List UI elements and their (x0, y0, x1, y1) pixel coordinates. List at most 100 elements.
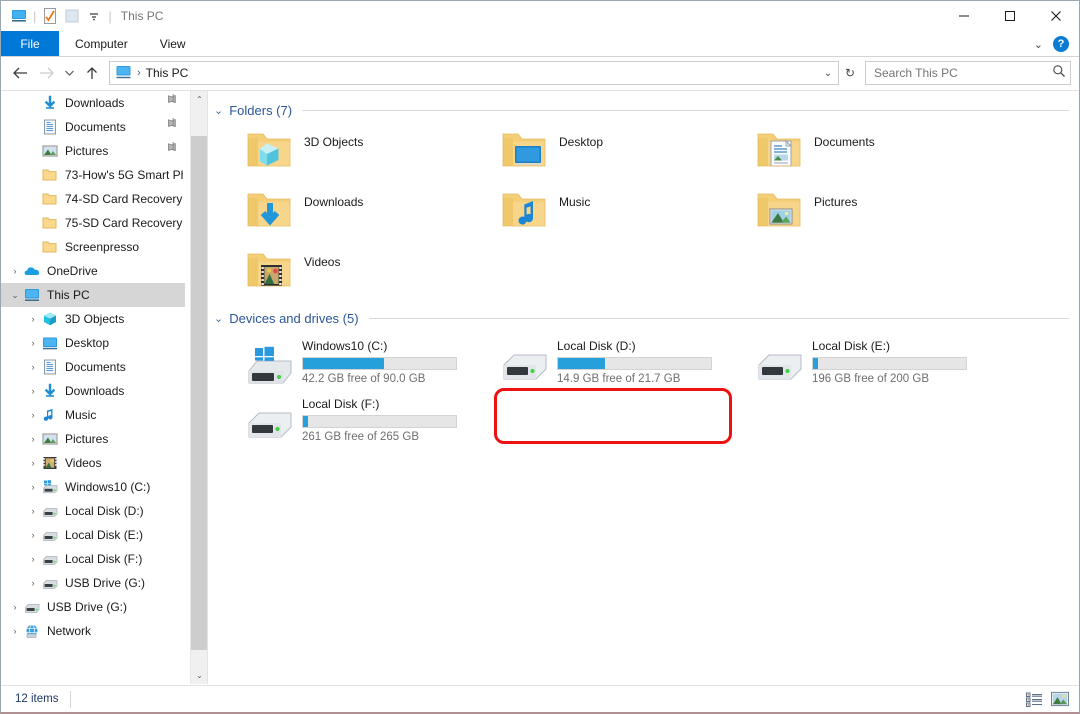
close-button[interactable] (1033, 1, 1079, 31)
chevron-right-icon[interactable]: › (7, 259, 23, 283)
pin-icon[interactable] (162, 91, 185, 114)
sidebar-item-label: USB Drive (G:) (47, 600, 128, 614)
tab-file[interactable]: File (1, 31, 59, 56)
new-folder-icon[interactable] (61, 5, 83, 27)
forward-button[interactable] (33, 60, 59, 86)
breadcrumb-path[interactable]: This PC (146, 66, 189, 80)
drive-item[interactable]: Local Disk (F:) 261 GB free of 265 GB (208, 387, 463, 445)
sidebar-item-music[interactable]: › Music (1, 403, 185, 427)
group-header-devices[interactable]: ⌄ Devices and drives (5) (208, 307, 1079, 329)
chevron-right-icon[interactable]: › (7, 619, 23, 643)
chevron-down-icon[interactable]: ⌄ (1030, 38, 1047, 51)
folder-icon (41, 238, 59, 256)
sidebar-item-documents[interactable]: › Documents (1, 355, 185, 379)
sidebar-item-downloads[interactable]: › Downloads (1, 379, 185, 403)
chevron-down-icon[interactable]: ⌄ (7, 283, 23, 307)
sidebar-item-onedrive[interactable]: › OneDrive (1, 259, 185, 283)
pin-icon[interactable] (162, 139, 185, 162)
drives-grid: Windows10 (C:) 42.2 GB free of 90.0 GB Loc… (208, 329, 1079, 445)
folder-item[interactable]: Desktop (463, 121, 718, 181)
qat-separator-1: | (33, 8, 37, 24)
drive-usage-bar (812, 357, 967, 370)
sidebar-item-pictures[interactable]: Pictures (1, 139, 185, 163)
sidebar-item-videos[interactable]: › Videos (1, 451, 185, 475)
search-icon[interactable] (1052, 64, 1066, 83)
chevron-right-icon[interactable]: › (25, 523, 41, 547)
group-header-folders[interactable]: ⌄ Folders (7) (208, 99, 1079, 121)
tab-computer[interactable]: Computer (59, 31, 144, 56)
folder-item[interactable]: Pictures (718, 181, 973, 241)
sidebar-item-usb-drive-g[interactable]: › USB Drive (G:) (1, 571, 185, 595)
sidebar-item-screenpresso[interactable]: Screenpresso (1, 235, 185, 259)
chevron-right-icon[interactable]: › (7, 595, 23, 619)
sidebar-item-local-disk-d[interactable]: › Local Disk (D:) (1, 499, 185, 523)
drive-name: Local Disk (F:) (302, 397, 380, 411)
help-icon[interactable]: ? (1053, 36, 1069, 52)
navigation-scrollbar[interactable]: ⌃ ⌄ (190, 91, 207, 684)
search-input[interactable] (874, 66, 1052, 80)
drive-item[interactable]: USB Drive (G:) 2.20 GB free of 3.64 GB (463, 387, 718, 445)
large-icons-view-button[interactable] (1051, 690, 1069, 708)
chevron-right-icon[interactable]: › (25, 379, 41, 403)
search-box[interactable] (865, 61, 1071, 85)
sidebar-item-desktop[interactable]: › Desktop (1, 331, 185, 355)
sidebar-item-local-disk-e[interactable]: › Local Disk (E:) (1, 523, 185, 547)
this-pc-icon[interactable] (8, 5, 30, 27)
chevron-right-icon[interactable]: › (25, 355, 41, 379)
chevron-down-icon[interactable]: ⌄ (214, 104, 223, 117)
drive-icon (501, 345, 549, 389)
chevron-right-icon[interactable]: › (25, 451, 41, 475)
drive-item[interactable]: Local Disk (E:) 196 GB free of 200 GB (718, 329, 973, 387)
folder-item[interactable]: Downloads (208, 181, 463, 241)
drive-item[interactable]: Windows10 (C:) 42.2 GB free of 90.0 GB (208, 329, 463, 387)
sidebar-item-documents[interactable]: Documents (1, 115, 185, 139)
sidebar-item-windows10-c[interactable]: › Windows10 (C:) (1, 475, 185, 499)
details-view-button[interactable] (1025, 690, 1043, 708)
sidebar-item-usb-drive-g[interactable]: › USB Drive (G:) (1, 595, 185, 619)
chevron-right-icon[interactable]: › (25, 499, 41, 523)
sidebar-item-3d-objects[interactable]: › 3D Objects (1, 307, 185, 331)
tab-view[interactable]: View (144, 31, 202, 56)
back-button[interactable] (7, 60, 33, 86)
folder-item[interactable]: Documents (718, 121, 973, 181)
content-pane[interactable]: ⌄ Folders (7) 3D Objects Desktop Documents… (208, 91, 1079, 684)
chevron-right-icon[interactable]: › (25, 307, 41, 331)
scrollbar-thumb[interactable] (191, 136, 207, 650)
maximize-button[interactable] (987, 1, 1033, 31)
minimize-button[interactable] (941, 1, 987, 31)
chevron-right-icon[interactable]: › (25, 403, 41, 427)
sidebar-item-73-how-s-5g-smart-phone[interactable]: 73-How's 5G Smart Phone (1, 163, 185, 187)
sidebar-item-downloads[interactable]: Downloads (1, 91, 185, 115)
breadcrumb[interactable]: › This PC ⌄ (109, 61, 839, 85)
chevron-right-icon[interactable]: › (25, 331, 41, 355)
sidebar-item-75-sd-card-recovery-meth[interactable]: 75-SD Card Recovery Meth (1, 211, 185, 235)
drive-item[interactable]: Local Disk (D:) 14.9 GB free of 21.7 GB (463, 329, 718, 387)
sidebar-item-pictures[interactable]: › Pictures (1, 427, 185, 451)
refresh-icon[interactable]: ↻ (839, 66, 861, 80)
chevron-down-icon[interactable]: ⌄ (818, 68, 838, 79)
up-button[interactable] (79, 60, 105, 86)
pin-icon[interactable] (162, 115, 185, 138)
recent-locations-button[interactable] (59, 60, 79, 86)
scroll-down-arrow-icon[interactable]: ⌄ (191, 667, 207, 684)
folder-item[interactable]: Music (463, 181, 718, 241)
customize-dropdown-icon[interactable] (83, 5, 105, 27)
sidebar-item-network[interactable]: › Network (1, 619, 185, 643)
sidebar-item-local-disk-f[interactable]: › Local Disk (F:) (1, 547, 185, 571)
properties-icon[interactable] (39, 5, 61, 27)
chevron-right-icon[interactable]: › (25, 571, 41, 595)
chevron-right-icon[interactable]: › (25, 547, 41, 571)
folder-item[interactable]: 3D Objects (208, 121, 463, 181)
scroll-up-arrow-icon[interactable]: ⌃ (191, 91, 207, 108)
chevron-down-icon[interactable]: ⌄ (214, 312, 223, 325)
drive-free-space: 14.9 GB free of 21.7 GB (557, 373, 681, 385)
sidebar-item-this-pc[interactable]: ⌄ This PC (1, 283, 185, 307)
chevron-right-icon[interactable]: › (25, 427, 41, 451)
drive-icon (23, 598, 41, 616)
sidebar-item-74-sd-card-recovery-on-m[interactable]: 74-SD Card Recovery on M (1, 187, 185, 211)
chevron-right-icon[interactable]: › (25, 475, 41, 499)
folder-label: 3D Objects (304, 135, 364, 149)
sidebar-item-label: Documents (65, 360, 126, 374)
drive-icon (41, 574, 59, 592)
folder-item[interactable]: Videos (208, 241, 463, 301)
